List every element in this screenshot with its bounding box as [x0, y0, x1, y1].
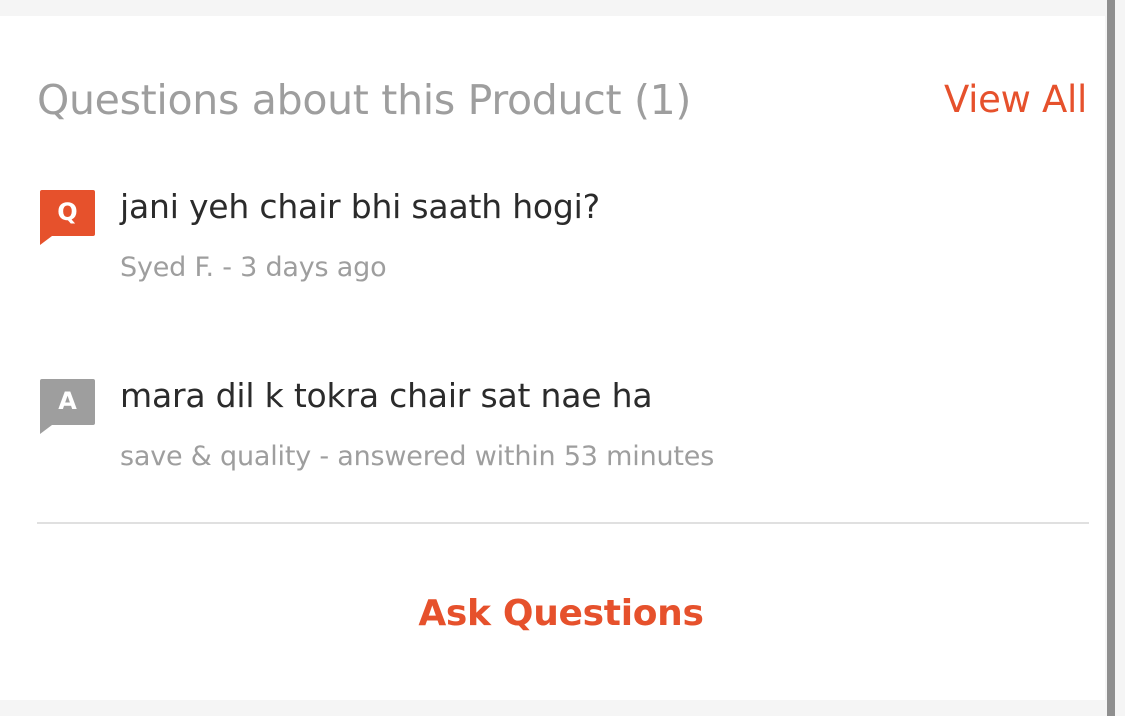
answer-meta: save & quality - answered within 53 minu… [120, 441, 715, 472]
view-all-link[interactable]: View All [944, 76, 1087, 124]
answer-text: mara dil k tokra chair sat nae ha [120, 376, 653, 415]
question-text: jani yeh chair bhi saath hogi? [120, 187, 600, 226]
question-badge-icon: Q [40, 190, 95, 245]
section-title: Questions about this Product (1) [37, 76, 692, 124]
divider [37, 522, 1089, 524]
scrollbar[interactable] [1107, 0, 1115, 716]
page: Questions about this Product (1) View Al… [0, 0, 1125, 716]
scroll-track [1115, 0, 1125, 716]
questions-card: Questions about this Product (1) View Al… [0, 16, 1105, 700]
answer-badge-icon: A [40, 379, 95, 434]
ask-questions-button[interactable]: Ask Questions [0, 590, 1122, 638]
answer-badge-letter: A [58, 387, 77, 415]
question-badge-letter: Q [57, 198, 78, 226]
question-meta: Syed F. - 3 days ago [120, 252, 387, 283]
